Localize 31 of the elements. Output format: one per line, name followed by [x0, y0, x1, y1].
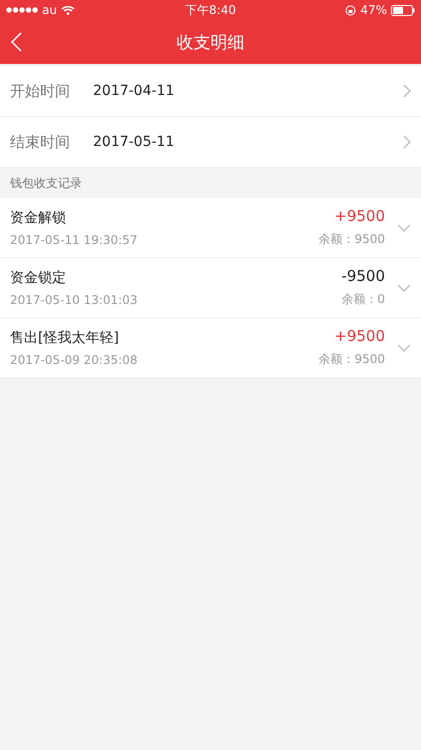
battery-icon [390, 4, 415, 16]
record-title: 资金锁定 [10, 268, 67, 286]
record-balance: 余额：0 [341, 291, 385, 308]
record-balance: 余额：9500 [318, 351, 385, 368]
filter-label: 结束时间 [10, 132, 71, 152]
record-time: 2017-05-09 20:35:08 [10, 352, 138, 366]
record-time: 2017-05-10 13:01:03 [10, 292, 138, 306]
chevron-down-icon[interactable] [397, 284, 411, 292]
wifi-icon [60, 5, 75, 15]
date-value[interactable]: 2017-04-11 [93, 83, 403, 99]
record-title: 资金解锁 [10, 208, 67, 226]
chevron-down-icon[interactable] [397, 224, 411, 232]
page-title: 收支明细 [176, 32, 244, 54]
record-balance: 余额：9500 [318, 231, 385, 248]
chevron-down-icon[interactable] [397, 344, 411, 352]
filter-label: 开始时间 [10, 82, 71, 100]
date-value[interactable]: 2017-05-11 [93, 134, 403, 150]
section-title: 钱包收支记录 [10, 174, 82, 192]
record-amount: +9500 [334, 327, 385, 345]
carrier-name: au [42, 3, 57, 17]
record-amount: +9500 [334, 207, 385, 225]
rotation-lock-icon [345, 4, 356, 16]
record-time: 2017-05-11 19:30:57 [10, 232, 138, 246]
record-amount: -9500 [341, 267, 385, 285]
battery-percent: 47% [360, 3, 387, 17]
chevron-right-icon[interactable] [403, 84, 411, 98]
signal-icon [6, 7, 38, 13]
chevron-right-icon[interactable] [403, 135, 411, 149]
back-icon[interactable] [10, 32, 22, 52]
record-title: 售出[怪我太年轻] [10, 328, 120, 346]
status-time: 下午8:40 [185, 2, 236, 18]
